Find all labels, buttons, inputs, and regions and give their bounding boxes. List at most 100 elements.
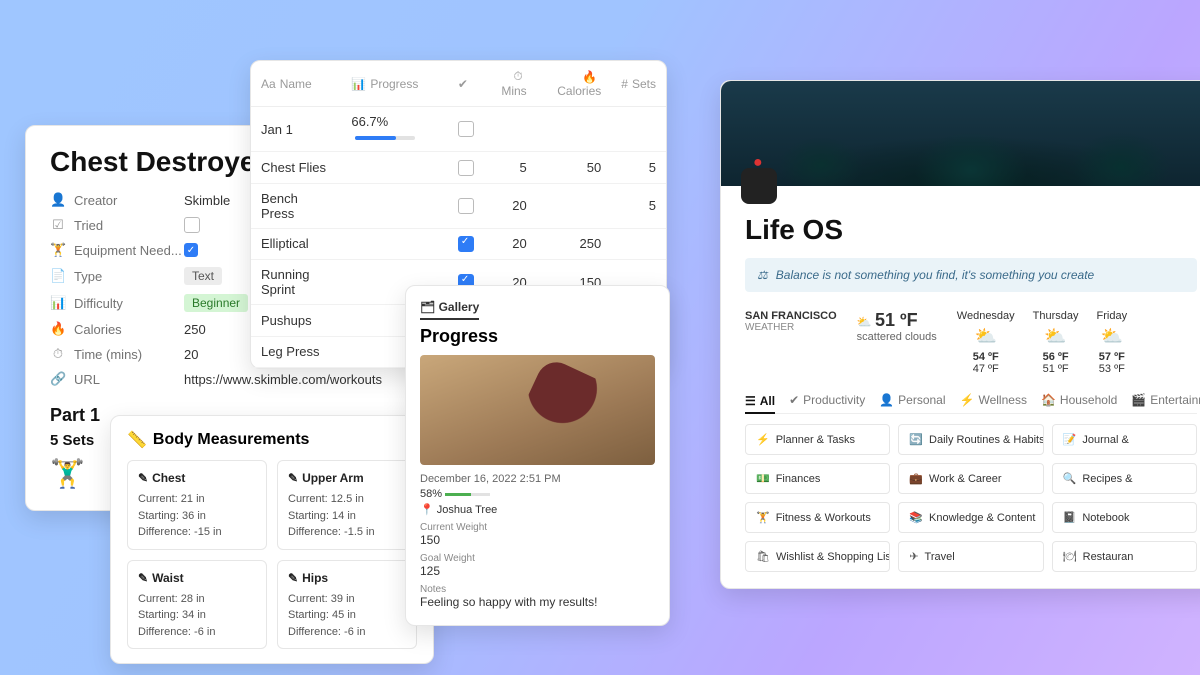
dumbbell-icon: 🏋 <box>50 242 66 258</box>
clock-icon: ⏱ <box>513 69 522 83</box>
card-label: Fitness & Workouts <box>776 512 871 524</box>
dashboard-card[interactable]: 📓Notebook <box>1052 502 1197 533</box>
cell-mins: 5 <box>484 152 537 184</box>
life-card-grid: ⚡Planner & Tasks 🔄Daily Routines & Habits… <box>745 424 1197 572</box>
progress-bar <box>445 493 490 496</box>
tab-icon: ☰ <box>745 394 756 408</box>
tab-icon: 👤 <box>879 393 894 407</box>
dashboard-card[interactable]: 🍽 Restauran <box>1052 541 1197 572</box>
weather-sub: WEATHER <box>745 322 837 333</box>
table-header-row: AaName 📊Progress ✔ ⏱Mins 🔥Calories #Sets <box>251 61 666 107</box>
measurement-box[interactable]: ✎HipsCurrent: 39 inStarting: 45 inDiffer… <box>277 560 417 650</box>
life-os-title: Life OS <box>745 214 1197 246</box>
cloud-icon: ⛅ <box>1097 326 1128 347</box>
row-checkbox[interactable] <box>458 198 474 214</box>
tab-personal[interactable]: 👤Personal <box>879 393 945 407</box>
stack-icon: 🗂 <box>420 300 435 314</box>
fire-icon: 🔥 <box>582 70 597 84</box>
dashboard-card[interactable]: ✈Travel <box>898 541 1043 572</box>
dashboard-card[interactable]: 🏋Fitness & Workouts <box>745 502 890 533</box>
table-row[interactable]: Jan 166.7% <box>251 107 666 152</box>
cell-name: Bench Press <box>251 183 341 228</box>
dashboard-card[interactable]: 🛍Wishlist & Shopping List <box>745 541 890 572</box>
row-checkbox[interactable] <box>458 121 474 137</box>
weather-city: SAN FRANCISCO <box>745 310 837 322</box>
notes-label: Notes <box>420 584 655 595</box>
dashboard-card[interactable]: 🔍Recipes & <box>1052 463 1197 494</box>
goal-weight-label: Goal Weight <box>420 553 655 564</box>
card-icon: 📝 <box>1063 433 1077 446</box>
card-icon: 🍽 <box>1063 550 1077 563</box>
card-label: Restauran <box>1083 551 1134 563</box>
card-icon: 💼 <box>909 472 923 485</box>
cell-progress <box>341 183 448 228</box>
row-checkbox[interactable] <box>458 236 474 252</box>
progress-bar <box>355 136 415 140</box>
pencil-icon: ✎ <box>288 469 298 487</box>
cell-sets <box>611 107 666 152</box>
tab-household[interactable]: 🏠Household <box>1041 393 1117 407</box>
card-label: Journal & <box>1082 434 1128 446</box>
cell-mins <box>484 107 537 152</box>
cell-calories: 50 <box>537 152 612 184</box>
cell-check <box>448 183 484 228</box>
cell-mins: 20 <box>484 183 537 228</box>
table-row[interactable]: Bench Press 20 5 <box>251 183 666 228</box>
card-label: Daily Routines & Habits <box>929 434 1044 446</box>
dashboard-card[interactable]: 💼Work & Career <box>898 463 1043 494</box>
document-icon: 📄 <box>50 268 66 284</box>
body-title: 📏Body Measurements <box>127 430 417 450</box>
col-progress: 📊Progress <box>341 61 448 107</box>
table-row[interactable]: Elliptical20250 <box>251 228 666 260</box>
stage: Chest Destroyer 👤CreatorSkimble ☑Tried 🏋… <box>0 0 1200 675</box>
tab-all[interactable]: ☰All <box>745 393 775 414</box>
quote-banner: ⚖Balance is not something you find, it's… <box>745 258 1197 292</box>
cell-progress: 66.7% <box>341 107 448 152</box>
cell-progress <box>341 228 448 260</box>
row-checkbox[interactable] <box>458 160 474 176</box>
cell-progress <box>341 152 448 184</box>
tab-wellness[interactable]: ⚡Wellness <box>960 393 1027 407</box>
card-label: Recipes & <box>1082 473 1132 485</box>
tab-productivity[interactable]: ✔Productivity <box>789 393 865 407</box>
tab-entertainment[interactable]: 🎬Entertainment <box>1131 393 1200 407</box>
checkbox-icon: ☑ <box>50 217 66 233</box>
cloud-icon: ⛅ <box>957 326 1015 347</box>
measurement-box[interactable]: ✎WaistCurrent: 28 inStarting: 34 inDiffe… <box>127 560 267 650</box>
tab-icon: ✔ <box>789 393 799 407</box>
dashboard-card[interactable]: 🔄Daily Routines & Habits <box>898 424 1043 455</box>
cell-name: Leg Press <box>251 336 341 368</box>
dashboard-card[interactable]: 📚Knowledge & Content <box>898 502 1043 533</box>
gallery-tab[interactable]: 🗂 Gallery <box>420 300 479 320</box>
dashboard-card[interactable]: 💵Finances <box>745 463 890 494</box>
tried-checkbox[interactable] <box>184 217 200 233</box>
goal-weight-value: 125 <box>420 564 655 578</box>
fire-icon: 🔥 <box>50 321 66 337</box>
text-icon: Aa <box>261 77 276 91</box>
sun-cloud-icon: ⛅ <box>857 315 872 329</box>
progress-location: 📍 Joshua Tree <box>420 503 655 516</box>
equipment-checkbox[interactable]: ✓ <box>184 243 198 257</box>
balance-icon: ⚖ <box>757 268 768 282</box>
dashboard-card[interactable]: 📝 Journal & <box>1052 424 1197 455</box>
measurement-box[interactable]: ✎Upper ArmCurrent: 12.5 inStarting: 14 i… <box>277 460 417 550</box>
cell-calories <box>537 107 612 152</box>
life-os-card: Life OS ⚖Balance is not something you fi… <box>720 80 1200 589</box>
measurement-box[interactable]: ✎ChestCurrent: 21 inStarting: 36 inDiffe… <box>127 460 267 550</box>
cell-sets: 5 <box>611 183 666 228</box>
card-label: Wishlist & Shopping List <box>776 551 890 563</box>
cell-check <box>448 107 484 152</box>
chart-icon: 📊 <box>351 77 366 91</box>
prop-url: 🔗URLhttps://www.skimble.com/workouts <box>50 371 420 387</box>
cloud-icon: ⛅ <box>1033 326 1079 347</box>
person-icon: 👤 <box>50 192 66 208</box>
pencil-icon: ✎ <box>288 569 298 587</box>
dashboard-card[interactable]: ⚡Planner & Tasks <box>745 424 890 455</box>
cell-mins: 20 <box>484 228 537 260</box>
current-weight-label: Current Weight <box>420 522 655 533</box>
col-check: ✔ <box>448 61 484 107</box>
progress-photo[interactable] <box>420 355 655 465</box>
table-row[interactable]: Chest Flies5505 <box>251 152 666 184</box>
cell-sets: 5 <box>611 152 666 184</box>
progress-title: Progress <box>420 326 655 347</box>
